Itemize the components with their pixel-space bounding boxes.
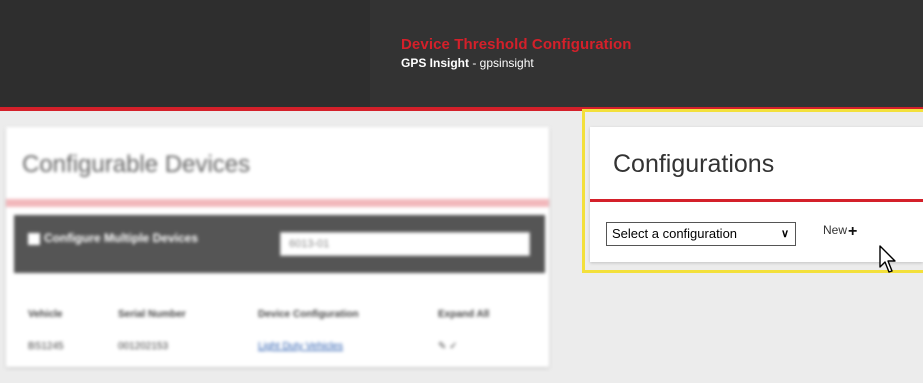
serial-cell: 001202153 xyxy=(118,341,169,352)
configurations-panel: Configurations Select a configuration ∨ … xyxy=(590,127,923,262)
configurations-title: Configurations xyxy=(613,150,775,178)
app-header xyxy=(0,0,923,107)
column-header-configuration[interactable]: Device Configuration xyxy=(258,309,359,320)
header-title-area xyxy=(370,0,923,107)
panel-title: Configurable Devices xyxy=(22,151,251,178)
mouse-cursor-icon xyxy=(879,245,896,273)
vehicle-cell: BS1245 xyxy=(28,341,64,352)
expand-all-link[interactable]: Expand All xyxy=(438,309,489,320)
row-action-icons[interactable]: ✎ ✓ xyxy=(438,341,458,352)
configuration-link[interactable]: Light Duty Vehicles xyxy=(258,341,343,352)
configurations-divider xyxy=(590,199,923,202)
page-subtitle: GPS Insight - gpsinsight xyxy=(401,56,534,70)
subtitle-account: - gpsinsight xyxy=(469,56,534,70)
panel-divider xyxy=(6,199,549,207)
configuration-select[interactable]: Select a configuration ∨ xyxy=(606,222,796,246)
configure-multiple-label: Configure Multiple Devices xyxy=(44,231,199,245)
configure-multiple-checkbox[interactable] xyxy=(28,233,40,245)
page-title: Device Threshold Configuration xyxy=(401,36,632,53)
device-filter-bar: Configure Multiple Devices 6013-01 xyxy=(14,215,545,273)
column-header-vehicle[interactable]: Vehicle xyxy=(28,309,62,320)
chevron-down-icon: ∨ xyxy=(780,228,789,240)
device-search-input[interactable]: 6013-01 xyxy=(280,232,530,256)
plus-icon: + xyxy=(848,223,858,240)
column-header-serial[interactable]: Serial Number xyxy=(118,309,186,320)
subtitle-brand: GPS Insight xyxy=(401,56,470,70)
configuration-select-value: Select a configuration xyxy=(612,226,738,241)
configurable-devices-panel: Configurable Devices Configure Multiple … xyxy=(6,127,549,367)
new-configuration-button[interactable]: New+ xyxy=(823,223,857,241)
new-label: New xyxy=(823,223,848,237)
